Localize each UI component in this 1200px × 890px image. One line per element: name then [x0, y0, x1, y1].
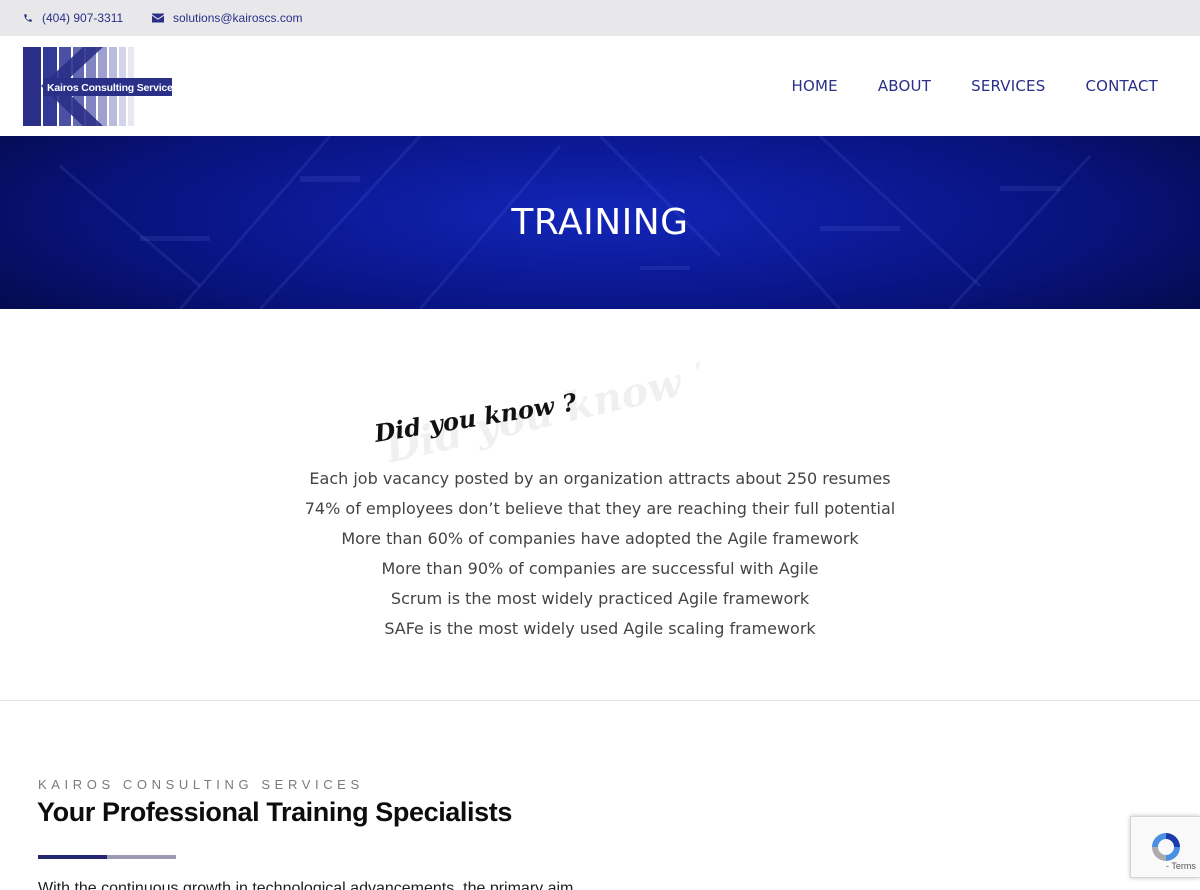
nav-contact[interactable]: CONTACT: [1085, 77, 1158, 95]
page-title: TRAINING: [511, 202, 689, 243]
recaptcha-icon: [1152, 833, 1180, 861]
nav-services[interactable]: SERVICES: [971, 77, 1045, 95]
site-header: Kairos Consulting Services HOME ABOUT SE…: [0, 36, 1200, 136]
fact-item: Each job vacancy posted by an organizati…: [309, 469, 891, 488]
top-contact-bar: (404) 907-3311 solutions@kairoscs.com: [0, 0, 1200, 36]
main-nav: HOME ABOUT SERVICES CONTACT: [752, 36, 1158, 136]
email-contact[interactable]: solutions@kairoscs.com: [152, 0, 303, 36]
logo-text: Kairos Consulting Services: [47, 82, 172, 94]
recaptcha-badge[interactable]: - Terms: [1130, 816, 1200, 878]
fact-item: More than 90% of companies are successfu…: [381, 559, 819, 578]
phone-text: (404) 907-3311: [42, 11, 124, 25]
nav-home[interactable]: HOME: [792, 77, 838, 95]
kairos-logo[interactable]: Kairos Consulting Services: [23, 47, 172, 126]
section-eyebrow: KAIROS CONSULTING SERVICES: [38, 777, 364, 792]
hero-banner: TRAINING: [0, 136, 1200, 309]
section-divider: [0, 700, 1200, 701]
envelope-icon: [152, 13, 164, 23]
facts-list: Each job vacancy posted by an organizati…: [0, 464, 1200, 644]
did-you-know-heading: Did you know ? Did you know ?: [371, 352, 700, 462]
fact-item: More than 60% of companies have adopted …: [341, 529, 859, 548]
heading-underline-dark: [38, 855, 107, 859]
nav-about[interactable]: ABOUT: [878, 77, 931, 95]
phone-icon: [24, 14, 32, 22]
fact-item: Scrum is the most widely practiced Agile…: [390, 589, 810, 608]
phone-contact[interactable]: (404) 907-3311: [23, 0, 123, 36]
intro-paragraph: With the continuous growth in technologi…: [38, 880, 574, 890]
recaptcha-terms-link[interactable]: - Terms: [1166, 861, 1196, 871]
fact-item: SAFe is the most widely used Agile scali…: [384, 619, 816, 638]
fact-item: 74% of employees don’t believe that they…: [304, 499, 896, 518]
section-heading: Your Professional Training Specialists: [37, 797, 512, 827]
heading-underline-light: [107, 855, 176, 859]
email-text: solutions@kairoscs.com: [173, 11, 303, 25]
